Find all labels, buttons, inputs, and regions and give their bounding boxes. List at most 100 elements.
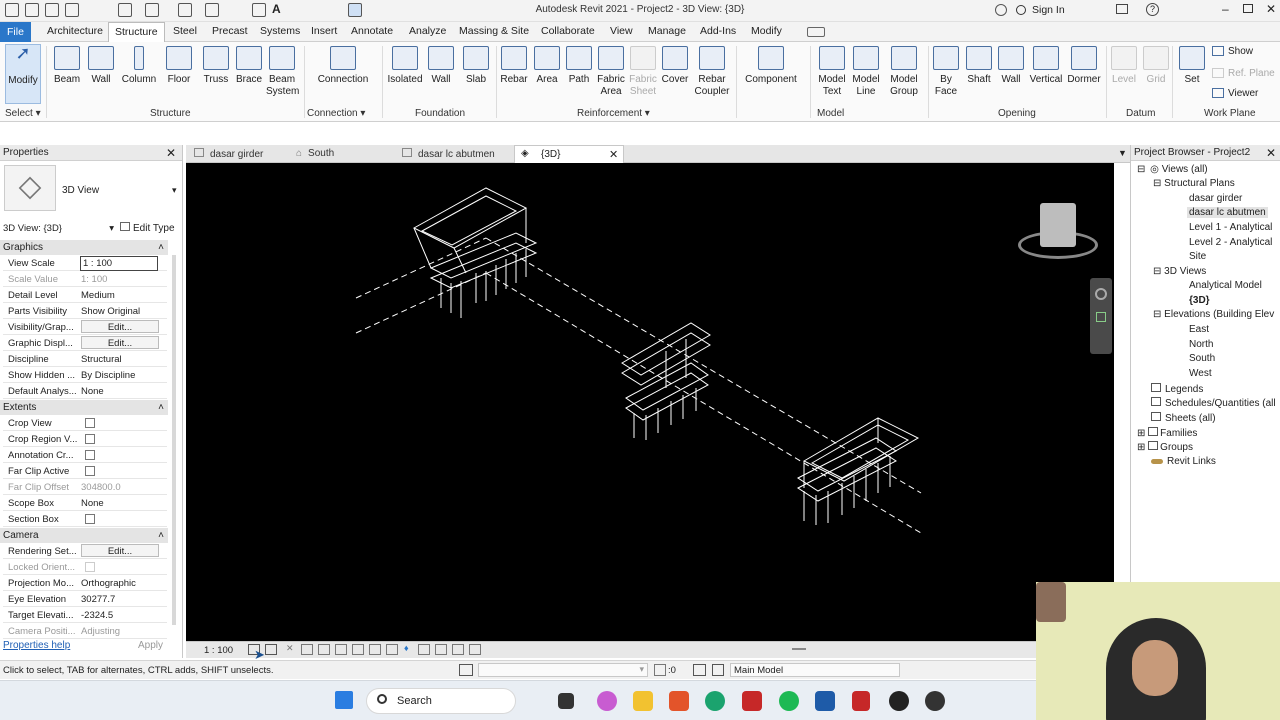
tree-item-south[interactable]: South [1189, 353, 1215, 364]
show-button[interactable]: Show [1212, 46, 1253, 57]
task-view-icon[interactable] [558, 693, 574, 709]
crop-view-checkbox[interactable] [85, 418, 95, 428]
help-icon[interactable]: ? [1146, 3, 1159, 16]
workset-dropdown[interactable]: ▾ [478, 663, 648, 677]
tab-add-ins[interactable]: Add-Ins [698, 25, 738, 37]
restore-button[interactable] [1243, 4, 1253, 13]
level-button[interactable]: Level [1110, 46, 1138, 86]
floor-button[interactable]: Floor [163, 46, 195, 86]
abutment-left[interactable] [412, 187, 538, 318]
apply-button[interactable]: Apply [138, 640, 163, 651]
ref-plane-button[interactable]: Ref. Plane [1212, 68, 1275, 79]
edit-type-button[interactable]: Edit Type [120, 222, 175, 234]
fabric-sheet-button[interactable]: Fabric Sheet [628, 46, 658, 98]
rendering-edit-button[interactable]: Edit... [81, 544, 159, 557]
path-button[interactable]: Path [565, 46, 593, 86]
edge-icon[interactable] [705, 691, 725, 711]
crop-region-checkbox[interactable] [85, 434, 95, 444]
tree-item-legends[interactable]: Legends [1151, 383, 1203, 395]
app-dark-icon[interactable] [889, 691, 909, 711]
viewcube[interactable] [1016, 203, 1098, 263]
tree-item-level-2-analytical[interactable]: Level 2 - Analytical [1189, 237, 1272, 248]
dormer-button[interactable]: Dormer [1066, 46, 1102, 86]
view-tab-south[interactable]: ⌂ South [296, 148, 334, 159]
prop-value[interactable]: None [81, 498, 104, 509]
model-line-button[interactable]: Model Line [850, 46, 882, 98]
close-button[interactable]: ✕ [1266, 2, 1276, 16]
tree-item-groups[interactable]: ⊞ Groups [1137, 441, 1193, 453]
connection-panel-label[interactable]: Connection ▾ [307, 108, 365, 119]
tab-structure[interactable]: Structure [108, 22, 165, 43]
tree-item-dasar-lc-abutmen[interactable]: dasar lc abutmen [1187, 207, 1268, 218]
model-text-button[interactable]: Model Text [814, 46, 850, 98]
workset-icon[interactable] [469, 644, 481, 655]
close-icon[interactable]: ✕ [1266, 146, 1276, 160]
tab-annotate[interactable]: Annotate [349, 25, 395, 37]
properties-help-link[interactable]: Properties help [3, 640, 70, 651]
tab-file[interactable]: File [0, 22, 31, 42]
reveal-hidden-icon[interactable]: ♦ [404, 643, 409, 653]
tree-item-3d-views[interactable]: ⊟ 3D Views [1153, 266, 1206, 277]
reinforcement-panel-label[interactable]: Reinforcement ▾ [577, 108, 650, 119]
zoom-icon[interactable] [1096, 312, 1106, 322]
highlight-icon[interactable] [435, 644, 447, 655]
tree-item-views-all[interactable]: ⊟ ◎ Views (all) [1137, 164, 1208, 175]
fabric-area-button[interactable]: Fabric Area [596, 46, 626, 98]
autocad-icon[interactable] [852, 691, 870, 711]
prop-value[interactable]: Structural [81, 354, 122, 365]
filter-icon[interactable] [712, 664, 724, 676]
tree-item-north[interactable]: North [1189, 339, 1213, 350]
tree-item-3d[interactable]: {3D} [1189, 295, 1210, 306]
properties-scrollbar[interactable] [172, 255, 176, 625]
windows-start-icon[interactable] [335, 691, 353, 709]
tab-architecture[interactable]: Architecture [45, 25, 105, 37]
constraints-icon[interactable] [452, 644, 464, 655]
prop-value[interactable]: Show Original [81, 306, 140, 317]
sun-path-icon[interactable]: ✕ [286, 643, 294, 654]
area-button[interactable]: Area [533, 46, 561, 86]
tree-item-schedules[interactable]: Schedules/Quantities (all [1151, 397, 1276, 409]
media-player-icon[interactable] [925, 691, 945, 711]
3d-viewport[interactable] [186, 163, 1114, 641]
pier-middle[interactable] [621, 322, 711, 440]
section-extents[interactable]: Extents ˄ [0, 400, 168, 415]
view-scale-control[interactable]: 1 : 100 [204, 645, 233, 656]
editable-only-icon[interactable] [654, 664, 666, 676]
ribbon-options-icon[interactable] [807, 27, 825, 37]
tree-item-east[interactable]: East [1189, 324, 1209, 335]
isolated-button[interactable]: Isolated [386, 46, 424, 86]
sign-in-link[interactable]: Sign In [1032, 4, 1065, 16]
copilot-icon[interactable] [597, 691, 617, 711]
tree-item-families[interactable]: ⊞ Families [1137, 427, 1197, 439]
tab-massing-site[interactable]: Massing & Site [457, 25, 531, 37]
design-option-dropdown[interactable]: Main Model [730, 663, 900, 677]
analytical-model-icon[interactable] [418, 644, 430, 655]
view-tab-dasar-lc-abutmen[interactable]: dasar lc abutmen [402, 148, 495, 160]
temporary-hide-icon[interactable] [386, 644, 398, 655]
wall-foundation-button[interactable]: Wall [427, 46, 455, 86]
binoculars-icon[interactable] [995, 4, 1007, 16]
prop-value[interactable]: -2324.5 [81, 610, 113, 621]
view-tab-dasar-girder[interactable]: dasar girder [194, 148, 263, 160]
section-camera[interactable]: Camera ˄ [0, 528, 168, 543]
spotify-icon[interactable] [779, 691, 799, 711]
tab-view[interactable]: View [608, 25, 635, 37]
tab-collaborate[interactable]: Collaborate [539, 25, 597, 37]
annotation-crop-checkbox[interactable] [85, 450, 95, 460]
beam-button[interactable]: Beam [50, 46, 84, 86]
model-group-button[interactable]: Model Group [886, 46, 922, 98]
app-l-icon[interactable] [742, 691, 762, 711]
tab-modify[interactable]: Modify [749, 25, 784, 37]
prop-value[interactable]: By Discipline [81, 370, 135, 381]
connection-button[interactable]: Connection [314, 46, 372, 86]
office-icon[interactable] [669, 691, 689, 711]
component-button[interactable]: Component [741, 46, 801, 86]
tab-insert[interactable]: Insert [309, 25, 339, 37]
section-graphics[interactable]: Graphics ˄ [0, 240, 168, 255]
cart-icon[interactable] [1116, 4, 1128, 14]
prop-value[interactable]: None [81, 386, 104, 397]
worksets-icon[interactable] [459, 664, 473, 676]
viewer-button[interactable]: Viewer [1212, 88, 1258, 99]
tree-item-revit-links[interactable]: Revit Links [1151, 456, 1216, 467]
crop-icon[interactable] [335, 644, 347, 655]
